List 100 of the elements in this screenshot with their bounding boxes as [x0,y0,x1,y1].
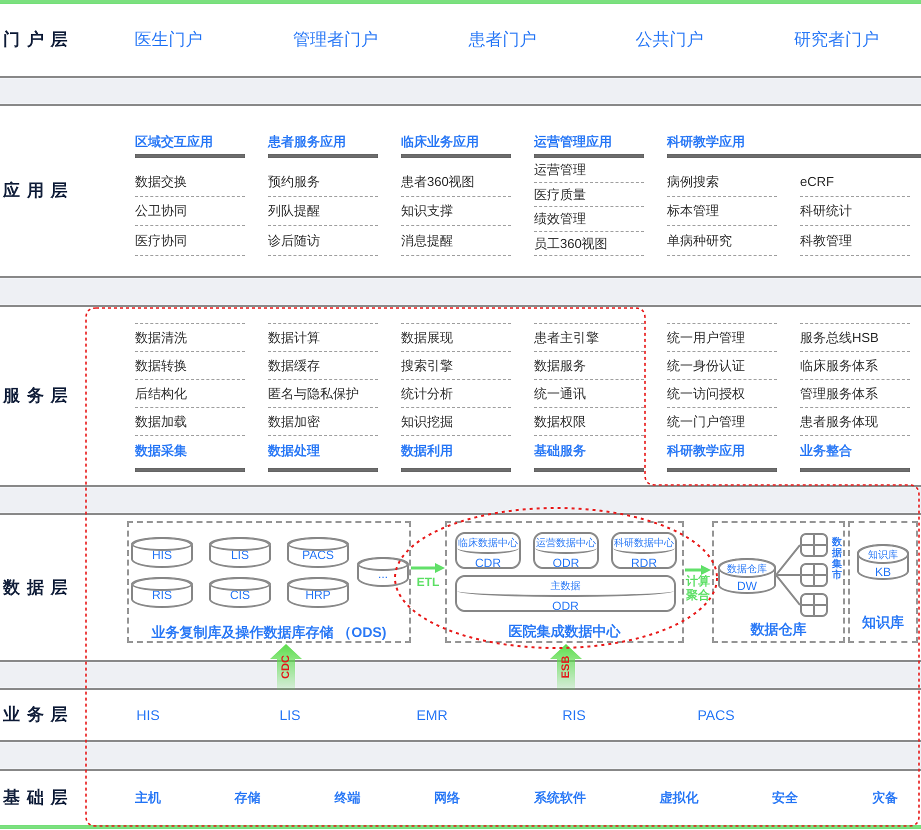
app-item: 运营管理 [534,158,644,182]
group-title: 患者服务应用 [268,133,347,150]
service-item: 数据缓存 [268,352,378,380]
portal-name: 公共门户 [636,29,704,52]
service-item: 知识挖掘 [401,408,511,436]
system-name: PACS [697,706,735,724]
esb-label: ESB [558,656,573,678]
system-name: HIS [136,706,160,724]
cylinder-caption: 知识库 [868,548,898,563]
app-item: 诊后随访 [268,226,378,256]
store-name: CDR [475,555,501,572]
app-item: 患者360视图 [401,167,511,196]
service-item: 搜索引擎 [401,352,511,380]
aggregation-arrow [685,565,711,575]
store-caption: 运营数据中心 [535,534,597,554]
cylinder-label: KB [874,564,891,581]
app-item: 数据交换 [135,167,245,196]
system-name: LIS [279,706,300,724]
group-title: 业务整合 [800,442,853,460]
service-item: 数据计算 [268,324,378,352]
cylinder-caption: 数据仓库 [727,562,767,577]
app-item: 预约服务 [268,167,378,196]
service-item: 统计分析 [401,380,511,408]
database-cylinder: HIS [131,537,193,568]
service-item: 统一身份认证 [667,352,777,380]
group-title: 数据利用 [401,442,454,460]
store-caption: 主数据 [457,577,674,597]
app-item: 科教管理 [800,226,910,256]
portal-name: 患者门户 [468,29,536,52]
portal-name: 医生门户 [134,29,202,52]
store-caption: 科研数据中心 [613,534,675,554]
service-item: 数据权限 [534,408,644,436]
app-item: 员工360视图 [534,232,644,256]
layer-label: 基础层 [3,787,74,810]
service-item: 数据清洗 [135,324,245,352]
app-item: eCRF [800,167,910,196]
system-name: RIS [562,706,586,724]
etl-arrow [411,563,445,573]
service-item: 数据服务 [534,352,644,380]
system-name: EMR [416,706,448,724]
database-cylinder: CIS [209,577,271,608]
group-title: 科研教学应用 [667,133,746,150]
up-arrow [270,644,302,690]
infrastructure-item: 终端 [334,789,360,808]
database-cylinder: HRP [287,577,349,608]
service-item: 数据加载 [135,408,245,436]
database-cylinder: LIS [209,537,271,568]
app-item: 科研统计 [800,196,910,226]
infrastructure-item: 网络 [434,789,460,808]
group-title: 基础服务 [534,442,587,460]
service-item: 统一用户管理 [667,324,777,352]
database-cylinder: RIS [131,577,193,608]
app-item: 医疗协同 [135,226,245,256]
group-title: 数据采集 [135,442,188,460]
infrastructure-item: 主机 [135,789,161,808]
infrastructure-item: 系统软件 [534,789,586,808]
service-item: 匿名与隐私保护 [268,380,378,408]
table-icon [800,563,828,587]
store-name: RDR [631,555,657,572]
cdc-label: CDC [278,655,293,679]
app-item: 单病种研究 [667,226,777,256]
table-icon [800,593,828,617]
infrastructure-item: 灾备 [872,789,898,808]
aggregation-label: 计算聚合 [686,575,710,603]
service-item: 统一访问授权 [667,380,777,408]
portal-name: 研究者门户 [794,29,879,52]
cylinder-label: DW [737,578,757,595]
store-name: ODR [552,555,580,572]
layer-label: 门户层 [3,29,74,52]
app-item: 绩效管理 [534,207,644,232]
app-item: 病例搜索 [667,167,777,196]
store-name: ODR [552,598,579,615]
service-item: 临床服务体系 [800,352,910,380]
table-icon [800,533,828,557]
app-item: 消息提醒 [401,226,511,256]
etl-label: ETL [416,574,440,591]
infrastructure-item: 存储 [234,789,261,808]
knowledge-title: 知识库 [862,613,904,632]
service-item: 患者主引擎 [534,324,644,352]
database-cylinder: ... [357,557,409,587]
service-item: 数据转换 [135,352,245,380]
app-item: 公卫协同 [135,196,245,226]
group-title: 运营管理应用 [534,133,613,150]
warehouse-title: 数据仓库 [749,620,808,639]
layer-label: 应用层 [3,180,74,202]
database-cylinder: PACS [287,537,349,568]
layer-label: 数据层 [3,576,74,599]
group-title: 临床业务应用 [401,133,480,150]
service-item: 患者服务体现 [800,408,910,436]
app-item: 列队提醒 [268,196,378,226]
service-item: 数据展现 [401,324,511,352]
service-item: 统一通讯 [534,380,644,408]
layer-label: 业务层 [3,704,74,726]
portal-name: 管理者门户 [293,29,378,52]
up-arrow [550,644,582,690]
app-item: 知识支撑 [401,196,511,226]
service-item: 服务总线HSB [800,324,910,352]
mart-label: 数据集市 [832,537,842,581]
service-item: 统一门户管理 [667,408,777,436]
service-item: 数据加密 [268,408,378,436]
